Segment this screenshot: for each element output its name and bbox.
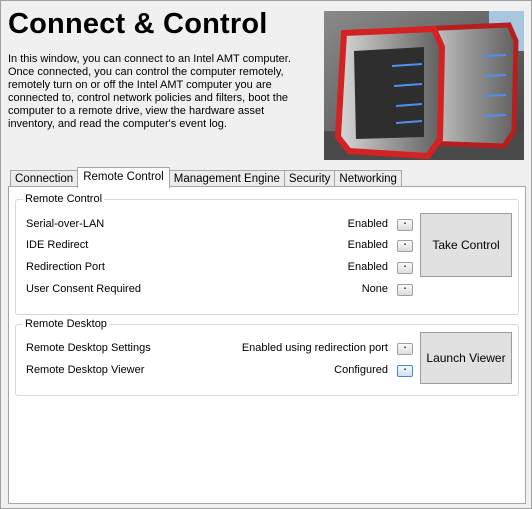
remote-desktop-viewer-options-button[interactable]: ▪: [397, 365, 413, 377]
ide-redirect-options-button[interactable]: ▪: [397, 240, 413, 252]
redirection-port-label: Redirection Port: [26, 261, 105, 273]
remote-desktop-viewer-value: Configured: [334, 364, 388, 376]
tab-panel-remote-control: Remote Control Serial-over-LAN Enabled ▪…: [8, 186, 526, 504]
intro-description: In this window, you can connect to an In…: [8, 53, 291, 130]
ide-redirect-value: Enabled: [347, 239, 388, 251]
ide-redirect-label: IDE Redirect: [26, 239, 89, 251]
remote-desktop-group: Remote Desktop Remote Desktop Settings E…: [15, 318, 519, 396]
serial-over-lan-options-button[interactable]: ▪: [397, 219, 413, 231]
remote-desktop-settings-options-button[interactable]: ▪: [397, 343, 413, 355]
remote-control-group: Remote Control Serial-over-LAN Enabled ▪…: [15, 193, 519, 315]
user-consent-options-button[interactable]: ▪: [397, 284, 413, 296]
serial-over-lan-value: Enabled: [347, 218, 388, 230]
group-title-remote-desktop: Remote Desktop: [23, 318, 109, 330]
tab-remote-control[interactable]: Remote Control: [77, 167, 170, 188]
launch-viewer-button[interactable]: Launch Viewer: [420, 332, 512, 384]
page-title: Connect & Control: [8, 8, 268, 40]
redirection-port-value: Enabled: [347, 261, 388, 273]
user-consent-required-value: None: [361, 283, 388, 295]
redirection-port-options-button[interactable]: ▪: [397, 262, 413, 274]
group-title-remote-control: Remote Control: [23, 193, 105, 205]
take-control-button[interactable]: Take Control: [420, 213, 512, 277]
user-consent-required-label: User Consent Required: [26, 283, 141, 295]
computer-hero-image: [324, 11, 524, 160]
serial-over-lan-label: Serial-over-LAN: [26, 218, 105, 230]
remote-desktop-settings-label: Remote Desktop Settings: [26, 342, 151, 354]
tab-strip: Connection Remote Control Management Eng…: [10, 167, 402, 188]
remote-desktop-settings-value: Enabled using redirection port: [241, 342, 388, 354]
remote-desktop-viewer-label: Remote Desktop Viewer: [26, 364, 145, 376]
